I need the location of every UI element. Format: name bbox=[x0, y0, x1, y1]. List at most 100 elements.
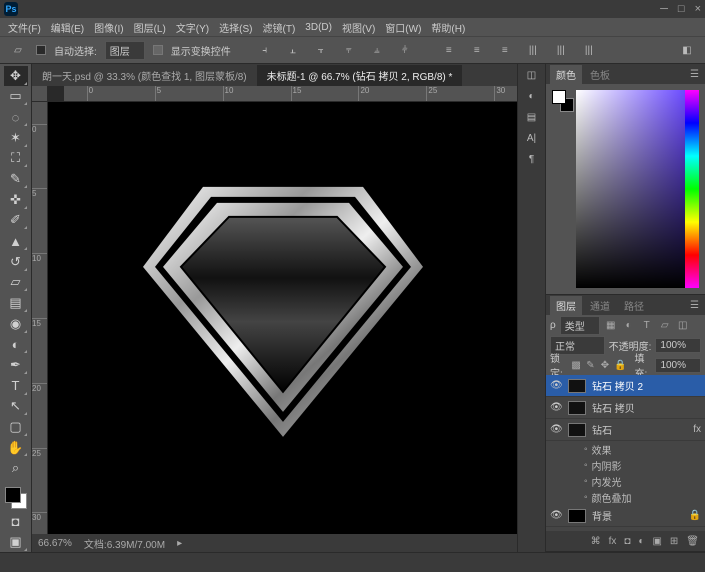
history-brush-tool[interactable]: ↺ bbox=[4, 252, 28, 272]
color-panel-swatches[interactable] bbox=[552, 90, 574, 112]
fx-inner-glow[interactable]: ◦内发光 bbox=[546, 473, 705, 489]
lock-position-icon[interactable]: ✥ bbox=[600, 358, 610, 372]
new-fill-adjust-icon[interactable]: ◐ bbox=[638, 536, 644, 547]
quick-mask-toggle[interactable]: ◘ bbox=[4, 512, 28, 532]
fx-color-overlay[interactable]: ◦颜色叠加 bbox=[546, 489, 705, 505]
add-mask-icon[interactable]: ◘ bbox=[624, 536, 630, 547]
layer-thumb[interactable] bbox=[568, 423, 586, 437]
close-button[interactable]: × bbox=[695, 3, 701, 15]
menu-view[interactable]: 视图(V) bbox=[338, 18, 379, 37]
filter-kind-icon[interactable]: ρ bbox=[550, 320, 556, 331]
show-transform-checkbox[interactable] bbox=[153, 45, 163, 55]
pen-tool[interactable]: ✒ bbox=[4, 355, 28, 375]
distribute-vcenter-icon[interactable]: ≡ bbox=[467, 41, 487, 59]
paragraph-panel-icon[interactable]: ¶ bbox=[529, 154, 534, 165]
new-layer-icon[interactable]: ⊞ bbox=[670, 536, 678, 547]
distribute-right-icon[interactable]: ||| bbox=[579, 41, 599, 59]
filter-pixel-icon[interactable]: ▦ bbox=[604, 318, 618, 332]
fx-inner-shadow[interactable]: ◦内阴影 bbox=[546, 457, 705, 473]
menu-image[interactable]: 图像(I) bbox=[90, 18, 127, 37]
ruler-horizontal[interactable]: 0 5 10 15 20 25 30 bbox=[64, 86, 517, 102]
ruler-vertical[interactable]: 0 5 10 15 20 25 30 bbox=[32, 102, 48, 534]
eraser-tool[interactable]: ▱ bbox=[4, 273, 28, 293]
path-select-tool[interactable]: ↖ bbox=[4, 397, 28, 417]
visibility-toggle-icon[interactable]: 👁 bbox=[550, 510, 562, 521]
tab-channels[interactable]: 通道 bbox=[584, 296, 616, 315]
align-right-icon[interactable]: ⫟ bbox=[311, 41, 331, 59]
menu-file[interactable]: 文件(F) bbox=[4, 18, 45, 37]
lock-transparent-icon[interactable]: ▩ bbox=[571, 358, 581, 372]
fx-add-icon[interactable]: fx bbox=[609, 536, 617, 547]
auto-select-checkbox[interactable] bbox=[36, 45, 46, 55]
distribute-top-icon[interactable]: ≡ bbox=[439, 41, 459, 59]
quick-select-tool[interactable]: ✶ bbox=[4, 128, 28, 148]
marquee-tool[interactable]: ▭ bbox=[4, 87, 28, 107]
move-tool-icon[interactable]: ▱ bbox=[8, 41, 28, 59]
zoom-tool[interactable]: ⌕ bbox=[4, 458, 28, 478]
fill-input[interactable]: 100% bbox=[655, 358, 701, 373]
layer-row[interactable]: 👁 钻石 拷贝 2 bbox=[546, 375, 705, 397]
filter-shape-icon[interactable]: ▱ bbox=[658, 318, 672, 332]
gradient-tool[interactable]: ▤ bbox=[4, 293, 28, 313]
auto-select-dropdown[interactable]: 图层 bbox=[105, 41, 145, 60]
layer-row[interactable]: 👁 钻石 拷贝 bbox=[546, 397, 705, 419]
clone-stamp-tool[interactable]: ▲ bbox=[4, 231, 28, 251]
adjustments-panel-icon[interactable]: ◐ bbox=[528, 91, 534, 102]
align-bottom-icon[interactable]: ⫩ bbox=[395, 41, 415, 59]
menu-select[interactable]: 选择(S) bbox=[215, 18, 256, 37]
foreground-color-swatch[interactable] bbox=[5, 487, 21, 503]
screen-mode-toggle[interactable]: ▣ bbox=[4, 532, 28, 552]
tab-swatches[interactable]: 色板 bbox=[584, 65, 616, 84]
saturation-value-picker[interactable] bbox=[576, 90, 686, 288]
align-top-icon[interactable]: ⫧ bbox=[339, 41, 359, 59]
eyedropper-tool[interactable]: ✎ bbox=[4, 169, 28, 189]
layer-thumb[interactable] bbox=[568, 379, 586, 393]
zoom-level[interactable]: 66.67% bbox=[38, 538, 72, 549]
menu-type[interactable]: 文字(Y) bbox=[172, 18, 213, 37]
hand-tool[interactable]: ✋ bbox=[4, 438, 28, 458]
filter-adjust-icon[interactable]: ◐ bbox=[622, 318, 636, 332]
minimize-button[interactable]: ─ bbox=[660, 3, 668, 15]
maximize-button[interactable]: □ bbox=[678, 3, 685, 15]
document-tab-2[interactable]: 未标题-1 @ 66.7% (钻石 拷贝 2, RGB/8) * bbox=[257, 65, 463, 86]
mini-fg-swatch[interactable] bbox=[552, 90, 566, 104]
menu-window[interactable]: 窗口(W) bbox=[381, 18, 425, 37]
menu-3d[interactable]: 3D(D) bbox=[301, 20, 336, 35]
fx-badge[interactable]: fx bbox=[693, 424, 701, 435]
spot-heal-tool[interactable]: ✜ bbox=[4, 190, 28, 210]
filter-type-icon[interactable]: T bbox=[640, 318, 654, 332]
canvas[interactable] bbox=[48, 102, 517, 534]
new-group-icon[interactable]: ▣ bbox=[652, 536, 661, 547]
menu-filter[interactable]: 滤镜(T) bbox=[259, 18, 300, 37]
lasso-tool[interactable]: ◌ bbox=[4, 107, 28, 127]
brush-tool[interactable]: ✐ bbox=[4, 211, 28, 231]
distribute-hcenter-icon[interactable]: ||| bbox=[551, 41, 571, 59]
layer-row-background[interactable]: 👁 背景 🔒 bbox=[546, 505, 705, 527]
3d-mode-icon[interactable]: ◧ bbox=[677, 41, 697, 59]
tab-color[interactable]: 颜色 bbox=[550, 65, 582, 84]
distribute-bottom-icon[interactable]: ≡ bbox=[495, 41, 515, 59]
tab-paths[interactable]: 路径 bbox=[618, 296, 650, 315]
lock-all-icon[interactable]: 🔒 bbox=[614, 358, 626, 372]
move-tool[interactable]: ✥ bbox=[4, 66, 28, 86]
delete-layer-icon[interactable]: 🗑 bbox=[686, 536, 699, 547]
crop-tool[interactable]: ⛶ bbox=[4, 149, 28, 169]
menu-help[interactable]: 帮助(H) bbox=[427, 18, 469, 37]
properties-panel-icon[interactable]: ▤ bbox=[527, 112, 536, 123]
visibility-toggle-icon[interactable]: 👁 bbox=[550, 424, 562, 435]
menu-layer[interactable]: 图层(L) bbox=[130, 18, 170, 37]
type-tool[interactable]: T bbox=[4, 376, 28, 396]
opacity-input[interactable]: 100% bbox=[655, 338, 701, 353]
blur-tool[interactable]: ◉ bbox=[4, 314, 28, 334]
layer-thumb[interactable] bbox=[568, 401, 586, 415]
layers-panel-menu-icon[interactable]: ☰ bbox=[684, 300, 705, 311]
layer-thumb[interactable] bbox=[568, 509, 586, 523]
link-layers-icon[interactable]: ⌘ bbox=[591, 536, 601, 547]
distribute-left-icon[interactable]: ||| bbox=[523, 41, 543, 59]
color-swatches[interactable] bbox=[3, 485, 29, 511]
tab-layers[interactable]: 图层 bbox=[550, 296, 582, 315]
align-hcenter-icon[interactable]: ⫠ bbox=[283, 41, 303, 59]
visibility-toggle-icon[interactable]: 👁 bbox=[550, 402, 562, 413]
dodge-tool[interactable]: ◐ bbox=[4, 335, 28, 355]
layer-name[interactable]: 钻石 bbox=[592, 422, 612, 437]
